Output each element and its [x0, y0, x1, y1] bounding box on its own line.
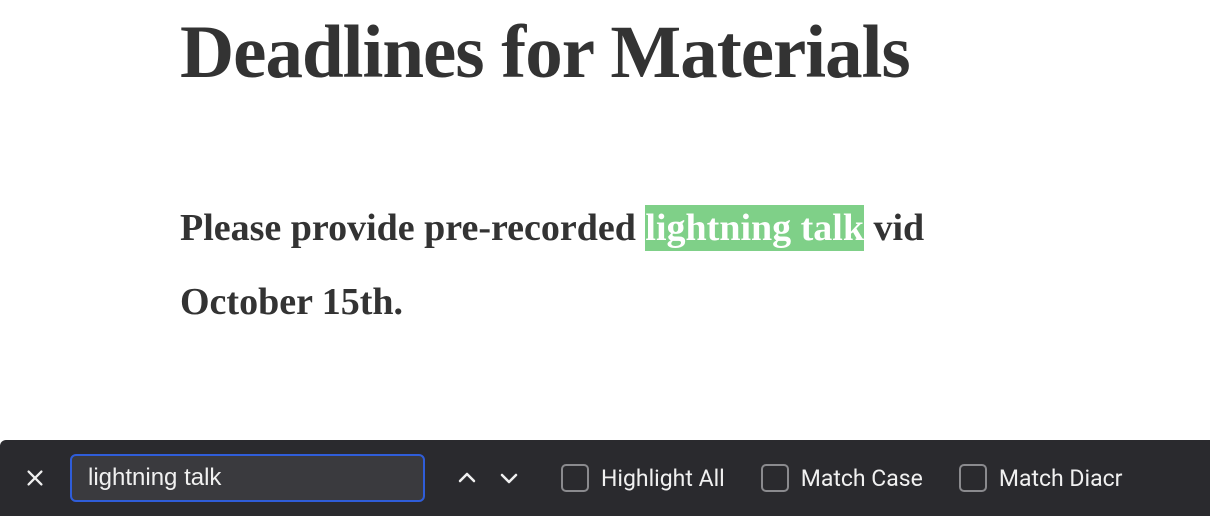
search-highlight: lightning talk	[645, 205, 864, 251]
paragraph-text-after: vid	[864, 207, 924, 249]
match-diacritics-checkbox[interactable]	[959, 464, 987, 492]
nav-arrows	[451, 462, 525, 494]
close-icon	[24, 467, 46, 489]
match-diacritics-label[interactable]: Match Diacr	[999, 465, 1123, 492]
highlight-all-label[interactable]: Highlight All	[601, 465, 725, 492]
match-case-label[interactable]: Match Case	[801, 465, 923, 492]
match-diacritics-group: Match Diacr	[959, 464, 1123, 492]
paragraph-line-1: Please provide pre-recorded lightning ta…	[180, 191, 1210, 265]
chevron-down-icon	[497, 466, 521, 490]
page-heading: Deadlines for Materials	[180, 10, 1210, 96]
match-case-group: Match Case	[761, 464, 923, 492]
paragraph-line-2: October 15th.	[180, 265, 1210, 339]
next-match-button[interactable]	[493, 462, 525, 494]
match-case-checkbox[interactable]	[761, 464, 789, 492]
close-button[interactable]	[18, 461, 52, 495]
chevron-up-icon	[455, 466, 479, 490]
highlight-all-group: Highlight All	[561, 464, 725, 492]
highlight-all-checkbox[interactable]	[561, 464, 589, 492]
find-bar: Highlight All Match Case Match Diacr	[0, 440, 1210, 516]
prev-match-button[interactable]	[451, 462, 483, 494]
page-content: Deadlines for Materials Please provide p…	[0, 0, 1210, 339]
search-input[interactable]	[70, 454, 425, 502]
paragraph-text-before: Please provide pre-recorded	[180, 207, 645, 249]
